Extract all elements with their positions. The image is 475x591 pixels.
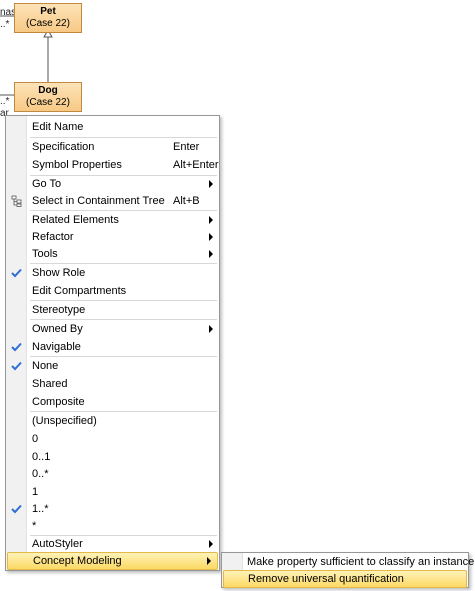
menu-item-multiplicity-many[interactable]: * (6, 517, 219, 535)
menu-item-label: Edit Name (32, 121, 84, 133)
menu-item-label: 1 (32, 486, 39, 498)
menu-item-label: Related Elements (32, 214, 119, 226)
menu-item-label: Shared (32, 378, 68, 390)
menu-item-label: Symbol Properties (32, 159, 122, 171)
menu-item-label: None (32, 360, 59, 372)
menu-item-multiplicity-0-many[interactable]: 0..* (6, 465, 219, 483)
submenu-arrow-icon (209, 540, 213, 548)
menu-item-stereotype[interactable]: Stereotype (6, 301, 219, 319)
class-name: Pet (40, 6, 56, 17)
menu-item-label: AutoStyler (32, 538, 83, 550)
menu-item-label: 0..* (32, 468, 49, 480)
class-name: Dog (38, 85, 58, 96)
menu-item-shortcut: Alt+B (173, 195, 200, 207)
menu-item-label: 0..1 (32, 451, 51, 463)
class-pet[interactable]: Pet (Case 22) (14, 3, 82, 33)
menu-item-edit-name[interactable]: Edit Name (6, 118, 219, 136)
menu-item-label: Tools (32, 248, 58, 260)
menu-item-label: Composite (32, 396, 85, 408)
menu-item-tools[interactable]: Tools (6, 245, 219, 263)
checkmark-icon (11, 504, 22, 514)
menu-item-label: * (32, 520, 37, 532)
submenu-arrow-icon (209, 233, 213, 241)
checkmark-icon (11, 268, 22, 278)
submenu-arrow-icon (209, 216, 213, 224)
menu-item-make-property-sufficient[interactable]: Make property sufficient to classify an … (222, 553, 474, 571)
class-dog[interactable]: Dog (Case 22) (14, 82, 82, 112)
menu-item-refactor[interactable]: Refactor (6, 228, 219, 246)
menu-item-label: Make property sufficient to classify an … (247, 556, 475, 568)
menu-item-remove-universal-quantification[interactable]: Remove universal quantification (223, 570, 467, 588)
submenu-arrow-icon (207, 557, 211, 565)
association-multiplicity-label: ..* (0, 96, 10, 107)
menu-item-select-in-containment-tree[interactable]: Select in Containment Tree Alt+B (6, 192, 219, 210)
concept-modeling-submenu: Make property sufficient to classify an … (221, 552, 474, 588)
menu-item-label: 0 (32, 433, 39, 445)
menu-item-multiplicity-1[interactable]: 1 (6, 483, 219, 501)
menu-item-symbol-properties[interactable]: Symbol Properties Alt+Enter (6, 156, 219, 174)
menu-item-multiplicity-unspecified[interactable]: (Unspecified) (6, 412, 219, 430)
menu-item-label: Go To (32, 178, 62, 190)
menu-item-label: Owned By (32, 323, 83, 335)
submenu-arrow-icon (209, 250, 213, 258)
menu-item-edit-compartments[interactable]: Edit Compartments (6, 282, 219, 300)
menu-item-aggregation-shared[interactable]: Shared (6, 375, 219, 393)
checkmark-icon (11, 342, 22, 352)
submenu-arrow-icon (209, 325, 213, 333)
menu-item-label: Navigable (32, 341, 81, 353)
menu-item-show-role[interactable]: Show Role (6, 264, 219, 282)
menu-item-navigable[interactable]: Navigable (6, 338, 219, 356)
diagram-canvas: nas ..* ..* ar Pet (Case 22) Dog (Case 2… (0, 0, 475, 591)
menu-item-multiplicity-1-many[interactable]: 1..* (6, 500, 219, 518)
menu-item-concept-modeling[interactable]: Concept Modeling (7, 552, 218, 570)
context-menu: Edit Name Specification Enter Symbol Pro… (5, 115, 220, 571)
menu-item-label: Remove universal quantification (248, 573, 404, 585)
menu-item-label: Refactor (32, 231, 74, 243)
menu-item-label: 1..* (32, 503, 49, 515)
menu-item-shortcut: Enter (173, 141, 200, 153)
menu-item-related-elements[interactable]: Related Elements (6, 211, 219, 229)
checkmark-icon (11, 361, 22, 371)
menu-item-shortcut: Alt+Enter (173, 159, 219, 171)
menu-item-go-to[interactable]: Go To (6, 175, 219, 193)
menu-item-label: (Unspecified) (32, 415, 97, 427)
submenu-arrow-icon (209, 180, 213, 188)
class-stereotype: (Case 22) (26, 97, 70, 108)
containment-tree-icon (11, 195, 22, 207)
menu-item-multiplicity-0[interactable]: 0 (6, 430, 219, 448)
association-multiplicity-label: ..* (0, 19, 10, 30)
menu-item-label: Edit Compartments (32, 285, 127, 297)
menu-item-label: Specification (32, 141, 95, 153)
menu-item-multiplicity-0-1[interactable]: 0..1 (6, 448, 219, 466)
menu-item-label: Concept Modeling (33, 555, 122, 567)
class-stereotype: (Case 22) (26, 18, 70, 29)
menu-item-label: Select in Containment Tree (32, 195, 165, 207)
menu-item-label: Stereotype (32, 304, 86, 316)
menu-item-label: Show Role (32, 267, 86, 279)
menu-item-specification[interactable]: Specification Enter (6, 138, 219, 156)
menu-item-aggregation-none[interactable]: None (6, 357, 219, 375)
menu-item-autostyler[interactable]: AutoStyler (6, 535, 219, 553)
menu-item-aggregation-composite[interactable]: Composite (6, 393, 219, 411)
menu-item-owned-by[interactable]: Owned By (6, 320, 219, 338)
